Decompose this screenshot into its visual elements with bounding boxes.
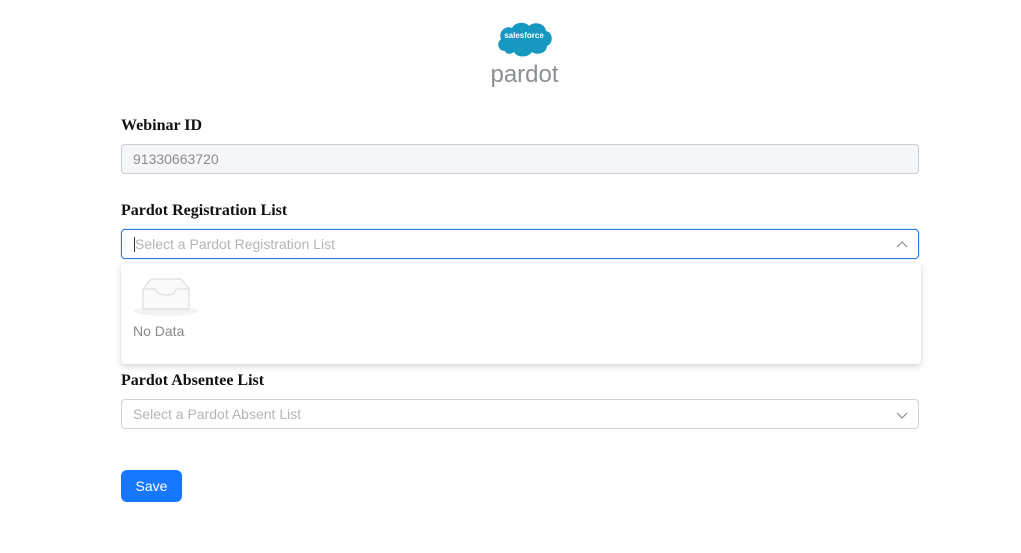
chevron-up-icon[interactable] — [896, 239, 908, 251]
absentee-list-label: Pardot Absentee List — [121, 372, 265, 389]
salesforce-pardot-logo: salesforce pardot — [487, 17, 562, 92]
registration-list-select[interactable]: Select a Pardot Registration List — [121, 229, 919, 259]
webinar-id-field[interactable]: 91330663720 — [121, 144, 919, 174]
registration-list-placeholder: Select a Pardot Registration List — [135, 236, 335, 252]
empty-text: No Data — [133, 323, 185, 339]
save-button[interactable]: Save — [121, 470, 182, 502]
registration-list-label: Pardot Registration List — [121, 202, 288, 219]
absentee-list-select[interactable]: Select a Pardot Absent List — [121, 399, 919, 429]
empty-inbox-icon — [134, 278, 198, 316]
product-name: pardot — [490, 61, 559, 88]
chevron-down-icon[interactable] — [896, 409, 908, 421]
webinar-id-value: 91330663720 — [133, 151, 219, 167]
brand-label: salesforce — [504, 31, 544, 40]
registration-list-dropdown: No Data — [121, 263, 921, 364]
text-caret — [134, 237, 135, 252]
absentee-list-placeholder: Select a Pardot Absent List — [133, 406, 302, 422]
webinar-id-label: Webinar ID — [121, 117, 203, 134]
